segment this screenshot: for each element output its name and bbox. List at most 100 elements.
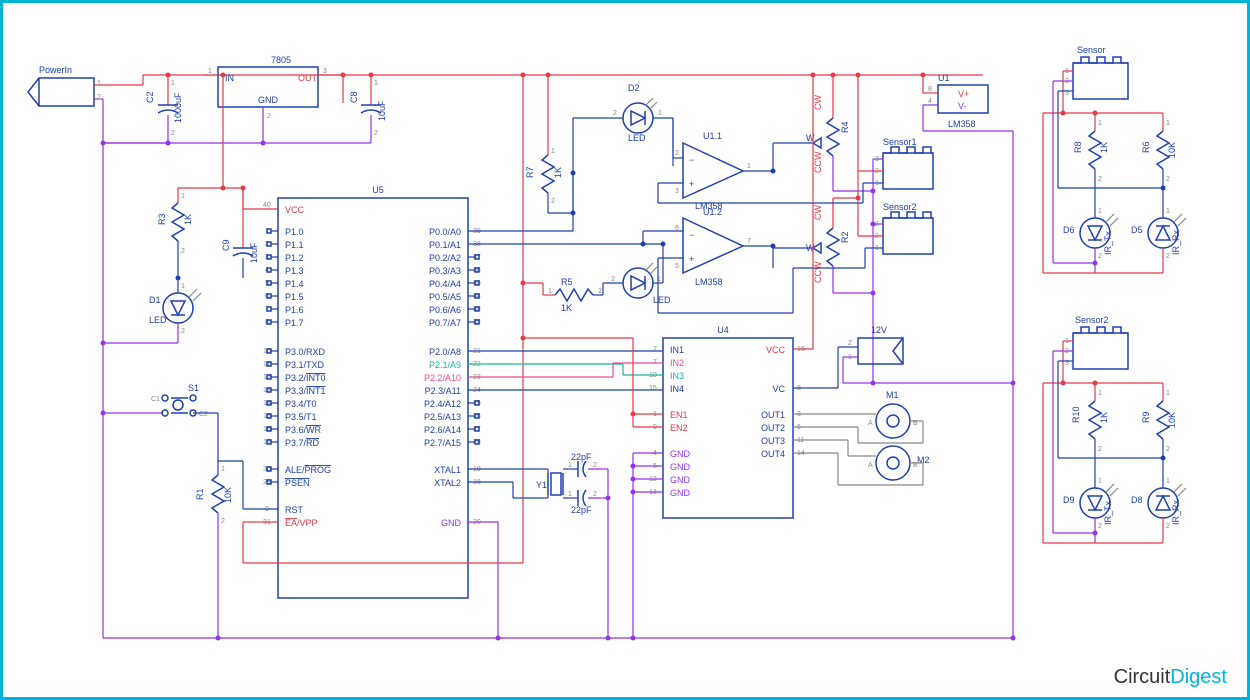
svg-text:1: 1 [181,283,185,290]
svg-text:IN2: IN2 [670,358,684,368]
svg-text:P0.3/A3: P0.3/A3 [429,266,461,276]
svg-text:R2: R2 [840,231,850,243]
svg-text:IR_Tx: IR_Tx [1103,230,1113,255]
led-d2: D2 LED 2 1 [573,83,673,173]
svg-text:1K: 1K [553,167,563,178]
svg-text:CW: CW [813,205,823,220]
svg-text:P3.2/INT0: P3.2/INT0 [285,373,326,383]
svg-text:P1.6: P1.6 [285,305,304,315]
svg-text:LED: LED [653,295,671,305]
svg-text:+: + [689,254,694,264]
svg-text:10uF: 10uF [377,100,387,121]
svg-text:Sensor2: Sensor2 [883,202,917,212]
svg-text:1: 1 [568,491,572,498]
svg-text:B: B [913,420,918,427]
svg-text:1: 1 [1098,120,1102,127]
svg-text:S1: S1 [188,383,199,393]
svg-text:−: − [689,155,694,165]
svg-text:P1.4: P1.4 [285,279,304,289]
svg-text:P3.1/TXD: P3.1/TXD [285,360,325,370]
svg-text:2: 2 [1098,253,1102,260]
svg-text:1: 1 [568,462,572,469]
reg-name: 7805 [271,55,291,65]
svg-text:GND: GND [258,95,279,105]
svg-text:P2.6/A14: P2.6/A14 [424,425,461,435]
svg-text:22pF: 22pF [571,505,592,515]
powerin-label: PowerIn [39,65,72,75]
svg-text:P2.2/A10: P2.2/A10 [424,373,461,383]
svg-text:3: 3 [875,156,879,163]
svg-text:P3.3/INT1: P3.3/INT1 [285,386,326,396]
schematic-frame: PowerIn 1 2 7805 IN OUT GND 1 3 2 C2 100… [0,0,1250,700]
svg-text:1: 1 [875,245,879,252]
svg-text:Sensor2: Sensor2 [1075,315,1109,325]
svg-text:1: 1 [875,180,879,187]
svg-text:R9: R9 [1141,411,1151,423]
svg-text:R8: R8 [1073,141,1083,153]
svg-text:2: 2 [848,340,852,347]
svg-text:2: 2 [181,248,185,255]
svg-text:IR_Tx: IR_Tx [1103,500,1113,525]
res-r7: R7 1K 1 2 [525,75,573,213]
res-r3: R3 1K 1 2 [157,75,223,261]
svg-text:P0.5/A5: P0.5/A5 [429,292,461,302]
svg-text:CCW: CCW [813,151,823,173]
svg-text:P2.7/A15: P2.7/A15 [424,438,461,448]
sensor1-conn: Sensor1 3 2 1 [773,137,933,203]
svg-text:2: 2 [611,276,615,283]
schematic-svg: PowerIn 1 2 7805 IN OUT GND 1 3 2 C2 100… [3,3,1247,697]
svg-text:R4: R4 [840,121,850,133]
svg-text:40: 40 [263,202,271,209]
svg-text:1: 1 [208,68,212,75]
svg-text:P3.6/WR: P3.6/WR [285,425,322,435]
svg-text:2: 2 [598,288,602,295]
svg-text:IN1: IN1 [670,345,684,355]
svg-text:2: 2 [1166,176,1170,183]
svg-text:P0.7/A7: P0.7/A7 [429,318,461,328]
svg-text:2: 2 [181,328,185,335]
svg-text:GND: GND [670,488,691,498]
svg-text:U1: U1 [938,73,950,83]
svg-text:EN1: EN1 [670,410,688,420]
svg-text:2: 2 [97,94,101,101]
svg-text:R3: R3 [157,213,167,225]
svg-text:IN: IN [225,73,234,83]
u5-p3-pins: P3.0/RXD10 P3.1/TXD11 P3.2/INT012 P3.3/I… [263,347,326,448]
svg-text:P2.0/A8: P2.0/A8 [429,347,461,357]
svg-text:Sensor: Sensor [1077,45,1106,55]
pot-r2: R2 CW W CCW [773,75,873,303]
svg-text:P0.4/A4: P0.4/A4 [429,279,461,289]
svg-text:P1.7: P1.7 [285,318,304,328]
switch-s1: S1 C1 C2 [103,383,218,461]
svg-text:P2.3/A11: P2.3/A11 [425,386,461,396]
svg-text:3: 3 [323,68,327,75]
svg-text:IN3: IN3 [670,371,684,381]
svg-text:R5: R5 [561,277,573,287]
svg-text:V-: V- [958,101,967,111]
svg-text:P0.0/A0: P0.0/A0 [429,227,461,237]
led-u12out: LED 2 1 [603,244,671,305]
watermark-logo: CircuitDigest [1114,666,1227,689]
svg-text:15: 15 [649,385,657,392]
svg-text:IN4: IN4 [670,384,684,394]
svg-text:LM358: LM358 [695,277,723,287]
svg-text:2: 2 [1166,523,1170,530]
svg-text:D1: D1 [149,295,161,305]
svg-text:7: 7 [747,238,751,245]
svg-text:2: 2 [1166,446,1170,453]
svg-text:P3.4/T0: P3.4/T0 [285,399,317,409]
svg-text:D8: D8 [1131,495,1143,505]
svg-text:P0.6/A6: P0.6/A6 [429,305,461,315]
sensor-block-a: Sensor 1 2 3 R8 1K 1 2 R6 10K 1 2 D6 IR_… [1043,45,1186,273]
conn-12v: 12V 2 1 [838,325,903,388]
svg-text:VCC: VCC [285,205,305,215]
svg-text:OUT1: OUT1 [761,410,785,420]
svg-text:ALE/PROG: ALE/PROG [285,465,331,475]
cap-c9: C9 10uF [178,188,259,278]
svg-text:C8: C8 [349,91,359,103]
svg-text:1: 1 [1098,208,1102,215]
svg-text:P3.0/RXD: P3.0/RXD [285,347,326,357]
svg-text:1: 1 [1166,478,1170,485]
svg-text:LED: LED [149,315,167,325]
svg-text:P2.1/A9: P2.1/A9 [429,360,461,370]
